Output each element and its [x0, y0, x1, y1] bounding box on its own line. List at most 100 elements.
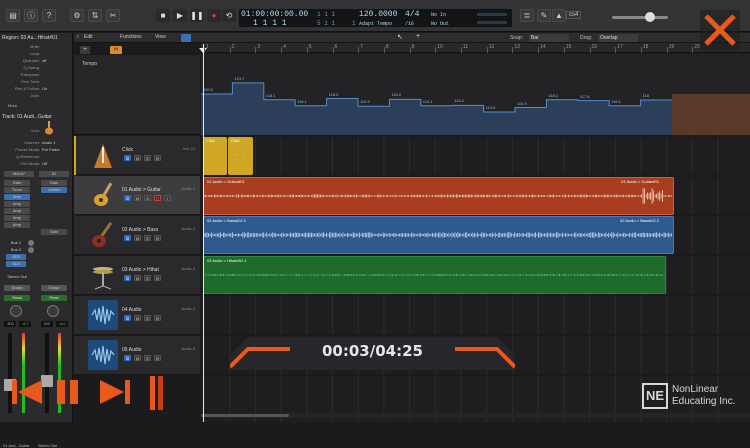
param-value[interactable]: Off	[42, 161, 47, 166]
track-header[interactable]: Track: 01 Audi...Guitar	[2, 114, 52, 120]
track-header-bass[interactable]: 02 Audio > Bass Audio 2 ⏻ M S R	[74, 216, 200, 255]
pencil-icon[interactable]: ✎	[537, 9, 551, 22]
secondary-tool-icon[interactable]: +	[416, 33, 420, 40]
power-button[interactable]: ⏻	[124, 155, 131, 161]
region-guitar[interactable]: 01 Audio > Guitar#01 01 Audio > Guitar#0…	[203, 177, 674, 215]
mute-button[interactable]: M	[134, 315, 141, 321]
mute-button[interactable]: M	[134, 275, 141, 281]
mute-button[interactable]: M	[134, 195, 141, 201]
automation-mode[interactable]: Read	[41, 295, 67, 301]
param-value[interactable]: Pre Fader	[42, 147, 60, 152]
cpu-label[interactable]: cs4	[566, 11, 582, 19]
hide-button[interactable]: H	[110, 46, 122, 54]
metronome-icon[interactable]: ▲	[552, 9, 566, 22]
pause-icon[interactable]	[55, 378, 81, 406]
send-knob[interactable]	[28, 247, 34, 253]
track-header-audio4[interactable]: 04 Audio Audio 4 ⏻ M S R	[74, 296, 200, 335]
pan-knob[interactable]	[47, 305, 59, 317]
param-value[interactable]: On	[42, 86, 47, 91]
pause-icon[interactable]: ❚❚	[190, 9, 204, 22]
plugin-slot[interactable]: Amp	[4, 222, 30, 228]
snap-select[interactable]: Bar	[529, 34, 569, 42]
plugin-slot[interactable]: Amp	[4, 215, 30, 221]
lcd-display[interactable]: 01:00:00:00.00 1 1 1 1 1 1 1 5 1 1 1 120…	[238, 8, 513, 28]
power-button[interactable]: ⏻	[124, 195, 131, 201]
pointer-tool-icon[interactable]: ↖	[397, 33, 403, 41]
functions-menu[interactable]: Functions	[120, 34, 142, 40]
send-bus[interactable]: SD4	[6, 261, 26, 267]
record-button[interactable]: R	[154, 195, 161, 201]
record-button[interactable]: R	[154, 275, 161, 281]
record-button[interactable]: R	[154, 155, 161, 161]
time-signature[interactable]: 4/4	[405, 10, 419, 19]
solo-button[interactable]: S	[144, 235, 151, 241]
plugin-slot[interactable]: Amp	[4, 201, 30, 207]
info-icon[interactable]: ⓘ	[24, 9, 38, 22]
track-name[interactable]: Click	[122, 147, 133, 153]
power-button[interactable]: ⏻	[124, 355, 131, 361]
send-bus[interactable]: Bus 2	[6, 247, 26, 253]
track-header-hihat[interactable]: 03 Audio > Hihat Audio 3 ⏻ M S R	[74, 256, 200, 295]
master-volume-slider[interactable]	[612, 16, 668, 19]
param-value[interactable]: off	[42, 58, 46, 63]
power-button[interactable]: ⏻	[124, 235, 131, 241]
region-hihat[interactable]: 03 Audio > Hihat#01.1	[203, 256, 666, 294]
strip-setting[interactable]: ID	[39, 171, 69, 177]
record-icon[interactable]: ●	[207, 9, 221, 22]
output-setting[interactable]: No Out	[431, 21, 449, 27]
cycle-icon[interactable]: ⟲	[222, 9, 236, 22]
track-header-audio5[interactable]: 05 Audio Audio 5 ⏻ M S R	[74, 336, 200, 375]
tempo-mode[interactable]: Adapt Tempo	[359, 21, 392, 27]
global-tracks-icon[interactable]	[181, 34, 191, 42]
track-name[interactable]: 01 Audio > Guitar	[122, 187, 161, 193]
back-icon[interactable]: ‹	[77, 34, 79, 40]
list-editors-icon[interactable]: ≣	[520, 9, 534, 22]
solo-button[interactable]: S	[144, 355, 151, 361]
mute-button[interactable]: M	[134, 155, 141, 161]
pan-knob[interactable]	[10, 305, 22, 317]
send-bus[interactable]: SD3	[6, 254, 26, 260]
solo-button[interactable]: S	[144, 195, 151, 201]
track-name[interactable]: 02 Audio > Bass	[122, 227, 158, 233]
library-icon[interactable]: ▤	[6, 9, 20, 22]
tempo-value[interactable]: 120.0000	[359, 10, 397, 19]
record-button[interactable]: R	[154, 315, 161, 321]
solo-button[interactable]: S	[144, 315, 151, 321]
skip-back-icon[interactable]	[10, 378, 44, 406]
region-click-a[interactable]: Click · · ·	[203, 137, 227, 175]
playhead[interactable]	[203, 44, 204, 422]
mute-button[interactable]: M	[134, 355, 141, 361]
strip-setting[interactable]: M/Ins7	[4, 171, 34, 177]
close-icon[interactable]	[698, 8, 742, 52]
solo-button[interactable]: S	[144, 275, 151, 281]
mixer-icon[interactable]: ✂	[106, 9, 120, 22]
param-value[interactable]: Audio 1	[42, 140, 56, 145]
drag-select[interactable]: Overlap	[598, 34, 638, 42]
record-button[interactable]: R	[154, 355, 161, 361]
input-setting[interactable]: No In	[431, 12, 446, 18]
division[interactable]: /16	[405, 21, 414, 27]
plugin-slot[interactable]: Limiter	[41, 187, 67, 193]
skip-forward-icon[interactable]	[98, 378, 132, 406]
region-header[interactable]: Region: 03 Au...Hihat#01	[2, 35, 58, 41]
plugin-slot[interactable]: Amp	[4, 194, 30, 200]
group-slot[interactable]: Group	[41, 285, 67, 291]
scrollbar-thumb[interactable]	[201, 414, 289, 417]
add-track-button[interactable]: +	[80, 46, 90, 54]
power-button[interactable]: ⏻	[124, 275, 131, 281]
track-name[interactable]: 05 Audio	[122, 347, 141, 353]
mute-button[interactable]: M	[134, 235, 141, 241]
play-icon[interactable]: ▶	[173, 9, 187, 22]
record-button[interactable]: R	[154, 235, 161, 241]
view-menu[interactable]: View	[155, 34, 166, 40]
output-slot[interactable]: Stereo Out	[4, 274, 30, 280]
horizontal-scrollbar[interactable]	[201, 413, 750, 418]
track-header-click[interactable]: Click Inst 24 ⏻ M S R	[74, 136, 200, 175]
gain-slot[interactable]: Gain	[41, 229, 67, 235]
track-name[interactable]: 04 Audio	[122, 307, 141, 313]
help-icon[interactable]: ?	[42, 9, 56, 22]
guitar-icon[interactable]	[42, 121, 56, 135]
smart-controls-icon[interactable]: ⇅	[88, 9, 102, 22]
toolbar-icon[interactable]: ⚙	[70, 9, 84, 22]
plugin-slot[interactable]: Gain	[41, 180, 67, 186]
